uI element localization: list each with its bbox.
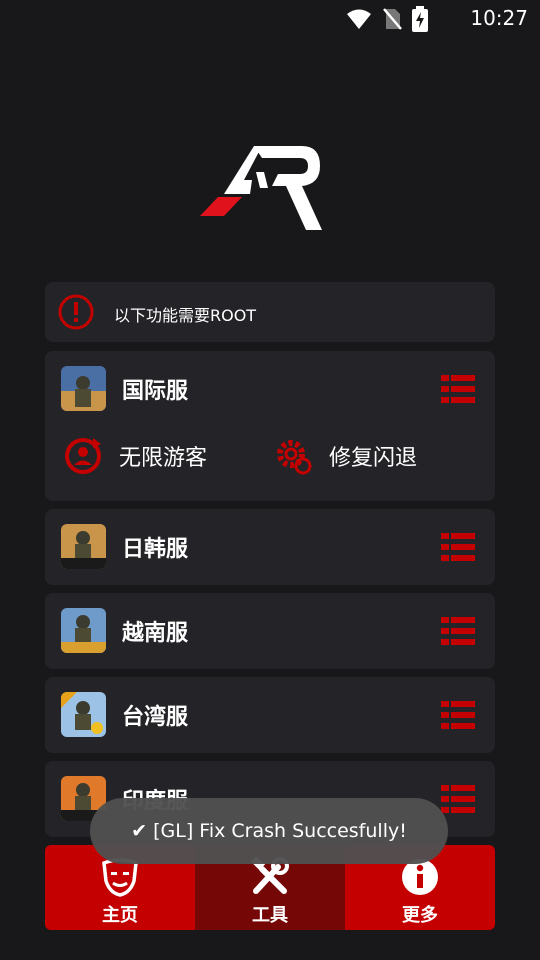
guest-feature-label: 无限游客 [119,446,208,471]
toast-message: ✔ [GL] Fix Crash Succesfully! [90,798,448,864]
server-card-taiwan[interactable]: 台湾服 [45,677,495,753]
server-card-jpkr[interactable]: 日韩服 [45,509,495,585]
pubg-icon [61,692,106,737]
server-name: 台湾服 [122,705,189,730]
ar-logo [200,146,322,230]
server-name: 越南服 [122,621,189,646]
list-icon[interactable] [441,533,475,561]
pubg-icon [61,608,106,653]
server-card-international[interactable]: 国际服 无限游客 修复闪退 [45,351,495,501]
fix-crash-button[interactable]: 修复闪退 [273,436,417,476]
settings-sync-icon [277,440,312,475]
nav-tools-label: 工具 [252,905,288,926]
info-icon [58,294,94,330]
list-icon[interactable] [441,701,475,729]
status-bar: 10:27 [0,0,540,36]
fix-crash-label: 修复闪退 [329,446,418,471]
nav-more-label: 更多 [402,905,438,926]
wifi-icon [347,9,371,29]
list-icon[interactable] [441,375,475,403]
list-icon[interactable] [441,617,475,645]
server-card-vietnam[interactable]: 越南服 [45,593,495,669]
clock: 10:27 [470,6,528,30]
no-sim-icon [383,8,402,30]
nav-home-label: 主页 [102,905,138,926]
root-notice: 以下功能需要ROOT [45,282,495,342]
battery-charging-icon [412,6,428,32]
server-name: 国际服 [122,379,189,404]
list-icon[interactable] [441,785,475,813]
pubg-icon [61,524,106,569]
guest-feature-button[interactable]: 无限游客 [63,436,207,476]
pubg-icon [61,366,106,411]
server-name: 日韩服 [122,537,189,562]
notice-text: 以下功能需要ROOT [114,306,257,325]
user-refresh-icon [65,438,101,474]
